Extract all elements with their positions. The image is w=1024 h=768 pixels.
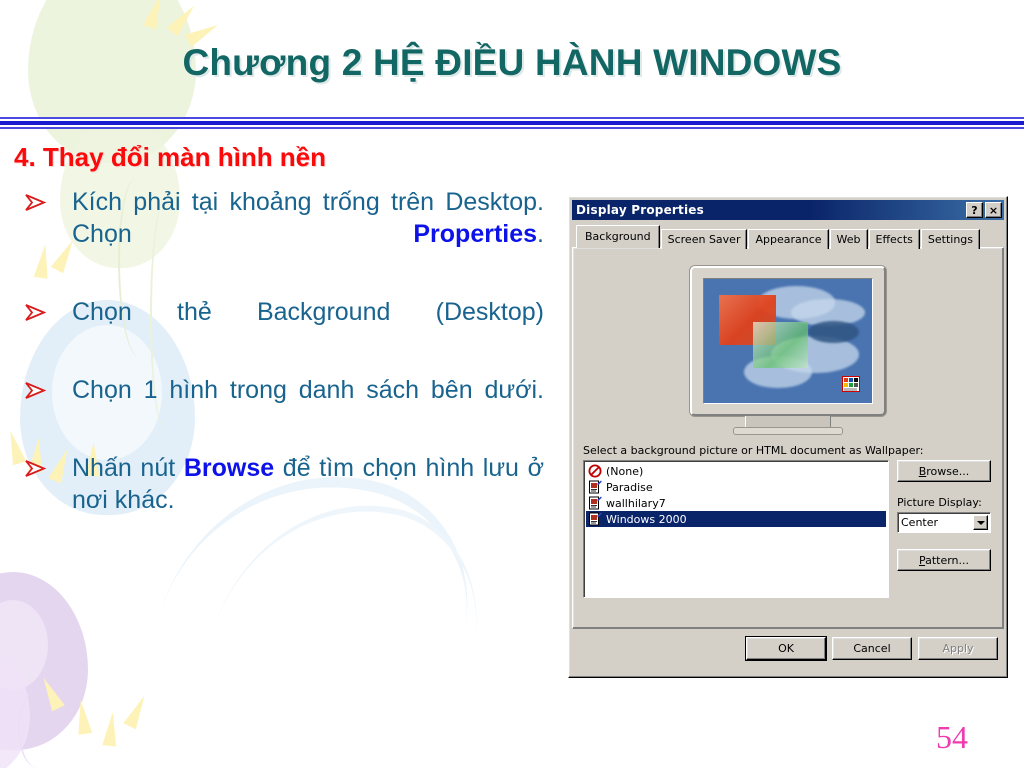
tab-background[interactable]: Background: [576, 225, 660, 248]
list-item: Chọn thẻ Background (Desktop): [14, 296, 544, 360]
display-properties-dialog: Display Properties ? × Background Screen…: [568, 196, 1008, 678]
chevron-bullet-icon: [22, 456, 48, 482]
section-heading: 4. Thay đổi màn hình nền: [14, 142, 327, 172]
list-item-label: Windows 2000: [606, 512, 687, 526]
no-entry-icon: [588, 464, 602, 478]
html-document-icon: [588, 512, 602, 526]
monitor-preview: [690, 266, 886, 435]
chevron-bullet-icon: [22, 378, 48, 404]
browse-button-label: BBrowse...rowse...: [918, 464, 970, 478]
sparkle-icon: [143, 0, 167, 30]
list-item[interactable]: wallhilary7: [586, 495, 886, 511]
sparkle-icon: [73, 699, 93, 735]
monitor-bezel: [690, 266, 886, 416]
balloon-highlight-purple: [0, 600, 48, 690]
pattern-button[interactable]: Pattern...: [897, 549, 991, 571]
tab-settings[interactable]: Settings: [920, 229, 981, 249]
slide-canvas: Chương 2 HỆ ĐIỀU HÀNH WINDOWS 4. Thay đổ…: [0, 0, 1024, 768]
sparkle-icon: [37, 674, 65, 712]
pattern-button-label: Pattern...: [918, 553, 970, 567]
list-item-label: wallhilary7: [606, 496, 666, 510]
html-document-icon: [588, 496, 602, 510]
balloon-string-3: [18, 690, 58, 768]
slide-title: Chương 2 HỆ ĐIỀU HÀNH WINDOWS: [182, 42, 842, 83]
list-item-text: Chọn thẻ Background (Desktop): [72, 298, 544, 326]
chevron-bullet-icon: [22, 190, 48, 216]
cancel-button[interactable]: Cancel: [832, 637, 912, 660]
list-item[interactable]: Paradise: [586, 479, 886, 495]
dialog-title: Display Properties: [576, 203, 704, 217]
wallpaper-options-column: BBrowse...rowse... Picture Display: Cent…: [897, 460, 993, 598]
monitor-neck: [745, 416, 831, 427]
monitor-base: [733, 427, 843, 435]
apply-button: Apply: [918, 637, 998, 660]
list-item-text: Kích phải tại khoảng trống trên Desktop.…: [72, 188, 544, 248]
sparkle-icon: [166, 1, 200, 37]
close-icon[interactable]: ×: [985, 202, 1002, 218]
list-item-label: Paradise: [606, 480, 653, 494]
list-item: Kích phải tại khoảng trống trên Desktop.…: [14, 186, 544, 282]
sparkle-icon: [102, 711, 120, 747]
browse-button[interactable]: BBrowse...rowse...: [897, 460, 991, 482]
wallpaper-list-label: Select a background picture or HTML docu…: [583, 444, 924, 457]
ok-button[interactable]: OK: [746, 637, 826, 660]
dialog-titlebar[interactable]: Display Properties ? ×: [572, 200, 1004, 220]
list-item[interactable]: (None): [586, 463, 886, 479]
picture-display-select[interactable]: Center: [897, 512, 991, 533]
tab-screen-saver[interactable]: Screen Saver: [660, 229, 748, 249]
html-document-icon: [588, 480, 602, 494]
desktop-icon-preview: [842, 375, 861, 392]
page-number: 54: [936, 719, 968, 755]
tab-effects[interactable]: Effects: [868, 229, 920, 249]
chevron-down-icon[interactable]: [973, 515, 988, 530]
tab-web[interactable]: Web: [829, 229, 868, 249]
picture-display-value: Center: [901, 516, 939, 529]
list-item-text: Chọn 1 hình trong danh sách bên dưới.: [72, 376, 544, 404]
list-item-label: (None): [606, 464, 644, 478]
list-item: Chọn 1 hình trong danh sách bên dưới.: [14, 374, 544, 438]
balloon-decoration-purple-2: [0, 640, 30, 768]
dialog-footer: OK Cancel Apply: [572, 629, 1004, 660]
tab-bar: Background Screen Saver Appearance Web E…: [572, 225, 1004, 249]
bullet-list: Kích phải tại khoảng trống trên Desktop.…: [14, 186, 544, 530]
tab-appearance[interactable]: Appearance: [748, 229, 829, 249]
wallpaper-listbox[interactable]: (None) Paradise wallhilary7 Windows 2000: [583, 460, 889, 598]
wallpaper-preview: [703, 278, 873, 404]
chevron-bullet-icon: [22, 300, 48, 326]
list-item-selected[interactable]: Windows 2000: [586, 511, 886, 527]
balloon-decoration-purple: [0, 572, 88, 750]
list-item-text: Nhấn nút Browse để tìm chọn hình lưu ở n…: [72, 454, 545, 514]
help-icon[interactable]: ?: [966, 202, 983, 218]
preview-green-square: [752, 322, 809, 369]
title-divider: [0, 117, 1024, 129]
list-item: Nhấn nút Browse để tìm chọn hình lưu ở n…: [14, 452, 544, 516]
picture-display-label: Picture Display:: [897, 496, 982, 509]
sparkle-icon: [123, 692, 151, 730]
background-tab-panel: Select a background picture or HTML docu…: [572, 247, 1004, 629]
